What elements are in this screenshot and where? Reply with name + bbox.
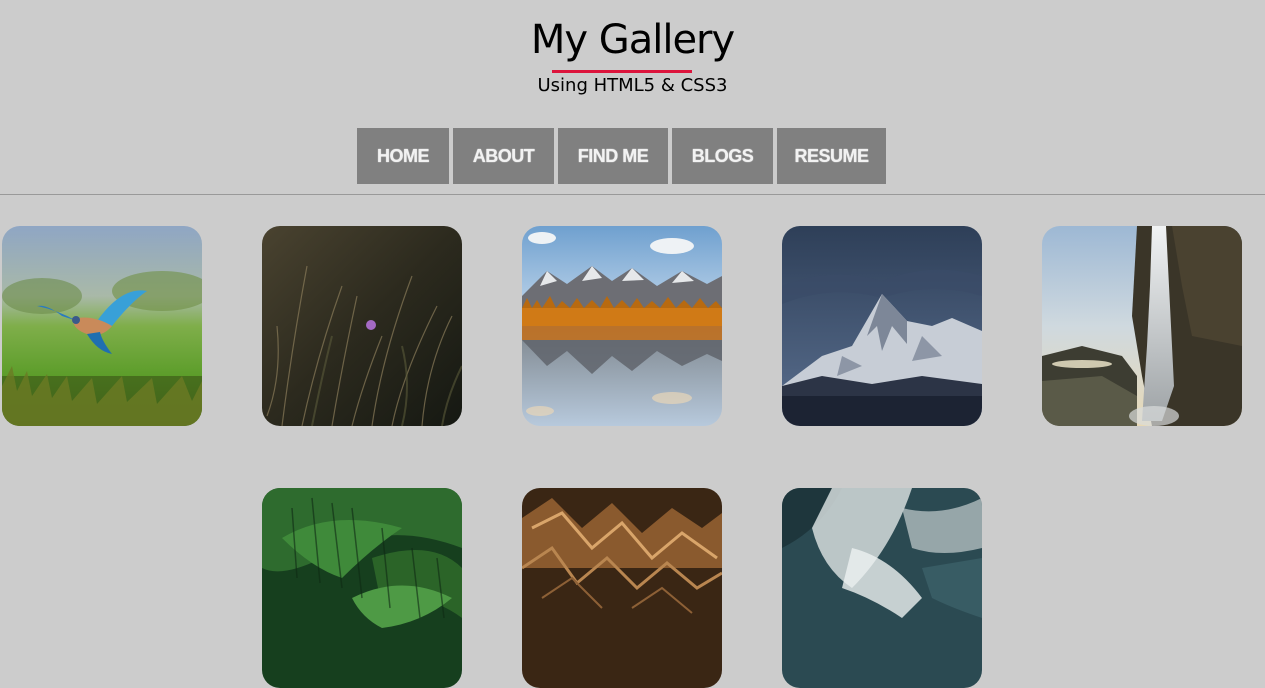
- grass-photo: [262, 226, 462, 426]
- gallery-image-waterfall[interactable]: [1042, 226, 1242, 426]
- gallery-image-mountain-lake[interactable]: [522, 226, 722, 426]
- nav-find-me[interactable]: FIND ME: [558, 128, 668, 184]
- gallery-image-palm[interactable]: [262, 488, 462, 688]
- bird-photo: [2, 226, 202, 426]
- gallery-image-ocean[interactable]: [782, 488, 982, 688]
- gallery-image-grass[interactable]: [262, 226, 462, 426]
- gallery-image-snow-peak[interactable]: [782, 226, 982, 426]
- desert-photo: [522, 488, 722, 688]
- ocean-photo: [782, 488, 982, 688]
- page-subtitle: Using HTML5 & CSS3: [537, 75, 728, 96]
- mountain-lake-photo: [522, 226, 722, 426]
- nav-blogs[interactable]: BLOGS: [672, 128, 773, 184]
- main-nav: HOME ABOUT FIND ME BLOGS RESUME: [357, 128, 886, 184]
- waterfall-photo: [1042, 226, 1242, 426]
- gallery-image-desert[interactable]: [522, 488, 722, 688]
- page-title: My Gallery: [530, 17, 735, 63]
- nav-resume[interactable]: RESUME: [777, 128, 886, 184]
- header-divider: [0, 194, 1265, 195]
- snow-peak-photo: [782, 226, 982, 426]
- palm-photo: [262, 488, 462, 688]
- nav-home[interactable]: HOME: [357, 128, 449, 184]
- gallery-image-bird[interactable]: [2, 226, 202, 426]
- nav-about[interactable]: ABOUT: [453, 128, 554, 184]
- title-underline: [552, 70, 692, 73]
